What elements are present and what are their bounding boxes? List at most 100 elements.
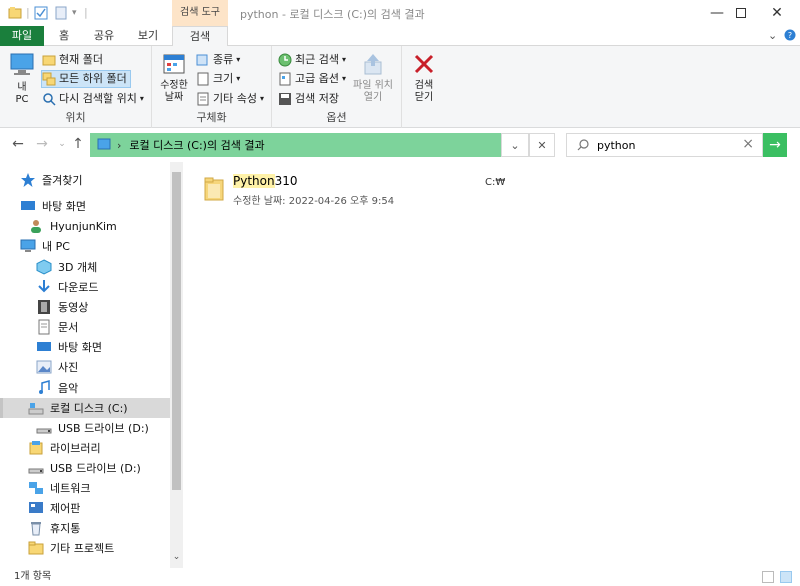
- current-folder-label: 현재 폴더: [59, 53, 103, 66]
- stop-search-button[interactable]: ✕: [529, 133, 555, 157]
- result-name-match: Python: [233, 174, 275, 188]
- ribbon-expand-icon[interactable]: ⌄: [768, 29, 777, 42]
- address-bar[interactable]: › 로컬 디스크 (C:)의 검색 결과: [90, 133, 501, 157]
- sidebar-item-label: 내 PC: [42, 240, 70, 253]
- cube-icon: [36, 259, 52, 275]
- kind-icon: [196, 53, 210, 67]
- help-icon[interactable]: ?: [784, 29, 796, 44]
- sidebar-item[interactable]: 사진: [0, 357, 170, 377]
- user-icon: [28, 218, 44, 234]
- sidebar-item[interactable]: 음악: [0, 378, 170, 398]
- dropdown-arrow-icon: ▾: [236, 55, 241, 64]
- sidebar-item[interactable]: USB 드라이브 (D:): [0, 418, 170, 438]
- address-row: ← → ⌄ ↑ › 로컬 디스크 (C:)의 검색 결과 ⌄ ✕ python …: [0, 128, 800, 162]
- sidebar-item[interactable]: 라이브러리: [0, 438, 170, 458]
- sidebar-item[interactable]: 휴지통: [0, 518, 170, 538]
- close-search-button[interactable]: 검색 닫기: [408, 52, 440, 104]
- sidebar-item[interactable]: 즐겨찾기: [0, 170, 170, 190]
- search-results-icon: [97, 137, 111, 154]
- properties-quick-icon[interactable]: [34, 6, 48, 23]
- sidebar-item-label: 문서: [58, 321, 79, 334]
- tab-search[interactable]: 검색: [172, 26, 228, 47]
- result-date: 수정한 날짜: 2022-04-26 오후 9:54: [233, 192, 394, 207]
- drive-icon: [28, 400, 44, 416]
- chevron-down-icon: ⌄: [510, 138, 520, 152]
- this-pc-button[interactable]: 내 PC: [6, 52, 38, 106]
- back-button[interactable]: ←: [10, 136, 26, 152]
- sidebar-item-label: 다운로드: [58, 281, 99, 294]
- sidebar-item[interactable]: 바탕 화면: [0, 337, 170, 357]
- search-go-button[interactable]: →: [763, 133, 787, 157]
- address-history-button[interactable]: ⌄: [501, 133, 529, 157]
- sidebar-item[interactable]: 네트워크: [0, 478, 170, 498]
- folder-icon: [203, 176, 225, 205]
- search-box[interactable]: python ×: [566, 133, 763, 157]
- recent-searches-button[interactable]: 최근 검색 ▾: [278, 51, 346, 69]
- open-location-icon: [364, 54, 382, 75]
- svg-text:?: ?: [788, 31, 792, 40]
- scroll-down-icon[interactable]: ⌄: [170, 552, 183, 566]
- sidebar-item[interactable]: 제어판: [0, 498, 170, 518]
- nav-scrollbar-thumb[interactable]: [172, 172, 181, 490]
- kind-button[interactable]: 종류 ▾: [196, 51, 240, 69]
- sidebar-item[interactable]: 바탕 화면: [0, 196, 170, 216]
- tab-file[interactable]: 파일: [0, 26, 44, 46]
- clear-search-icon[interactable]: ×: [742, 136, 754, 152]
- download-icon: [36, 279, 52, 295]
- document-icon: [36, 319, 52, 335]
- large-icons-view-icon[interactable]: [780, 571, 792, 583]
- close-icon: ✕: [771, 5, 783, 21]
- breadcrumb[interactable]: 로컬 디스크 (C:)의 검색 결과: [129, 137, 264, 153]
- options-group-label: 옵션: [326, 111, 347, 124]
- sidebar-item-label: USB 드라이브 (D:): [58, 422, 149, 435]
- date-modified-button[interactable]: 수정한 날짜: [158, 52, 190, 104]
- sidebar-item[interactable]: 로컬 디스크 (C:): [0, 398, 170, 418]
- close-search-label: 검색 닫기: [414, 80, 434, 103]
- sidebar-item[interactable]: 내 PC: [0, 236, 170, 256]
- list-item[interactable]: Python310 수정한 날짜: 2022-04-26 오후 9:54 C:₩: [203, 172, 763, 212]
- recycle-bin-icon: [28, 520, 44, 536]
- quick-access-dropdown-icon[interactable]: ▾: [72, 8, 77, 18]
- content-pane: Python310 수정한 날짜: 2022-04-26 오후 9:54 C:₩: [183, 162, 800, 568]
- size-button[interactable]: 크기 ▾: [196, 70, 240, 88]
- search-again-button[interactable]: 다시 검색할 위치 ▾: [42, 90, 144, 108]
- dropdown-arrow-icon: ▾: [139, 94, 144, 103]
- forward-button[interactable]: →: [34, 136, 50, 152]
- open-file-location-button[interactable]: 파일 위치 열기: [348, 52, 398, 104]
- folder-quick-icon[interactable]: [8, 6, 22, 23]
- sidebar-item-label: USB 드라이브 (D:): [50, 462, 141, 475]
- pictures-icon: [36, 359, 52, 375]
- search-again-label: 다시 검색할 위치: [59, 92, 137, 105]
- save-search-button[interactable]: 검색 저장: [278, 90, 339, 108]
- search-icon: [576, 138, 590, 155]
- sidebar-item[interactable]: 3D 개체: [0, 257, 170, 277]
- search-input[interactable]: python: [597, 139, 635, 152]
- details-view-icon[interactable]: [762, 571, 774, 583]
- advanced-options-button[interactable]: 고급 옵션 ▾: [278, 70, 346, 88]
- sidebar-item-label: 바탕 화면: [58, 341, 102, 354]
- arrow-right-icon: →: [769, 137, 781, 153]
- up-button[interactable]: ↑: [70, 136, 86, 152]
- tab-view[interactable]: 보기: [128, 26, 168, 46]
- sidebar-item[interactable]: 다운로드: [0, 277, 170, 297]
- sidebar-item[interactable]: 기타 프로젝트: [0, 538, 170, 558]
- chevron-down-icon: ⌄: [58, 139, 66, 149]
- current-folder-button[interactable]: 현재 폴더: [42, 51, 103, 69]
- status-bar: 1개 항목: [0, 568, 800, 586]
- sidebar-item[interactable]: 동영상: [0, 297, 170, 317]
- sidebar-item[interactable]: USB 드라이브 (D:): [0, 458, 170, 478]
- location-group: 내 PC 현재 폴더 모든 하위 폴더 다시 검색할 위치 ▾ 위치: [0, 46, 152, 128]
- sidebar-item[interactable]: 문서: [0, 317, 170, 337]
- other-properties-button[interactable]: 기타 속성 ▾: [196, 90, 264, 108]
- close-group: 검색 닫기: [402, 46, 446, 128]
- recent-locations-button[interactable]: ⌄: [54, 136, 70, 152]
- sidebar-item[interactable]: HyunjunKim: [0, 216, 170, 236]
- tab-share[interactable]: 공유: [86, 26, 122, 46]
- close-window-button[interactable]: ✕: [754, 0, 800, 26]
- desktop-icon: [36, 339, 52, 355]
- navigation-pane: 즐겨찾기 바탕 화면 HyunjunKim 내 PC 3D 개체 다운로드 동영상 문서 바탕 …: [0, 162, 183, 568]
- this-pc-label: 내 PC: [15, 82, 29, 105]
- all-subfolders-button[interactable]: 모든 하위 폴더: [41, 70, 131, 88]
- tab-home[interactable]: 홈: [50, 26, 78, 46]
- new-folder-quick-icon[interactable]: [54, 6, 68, 23]
